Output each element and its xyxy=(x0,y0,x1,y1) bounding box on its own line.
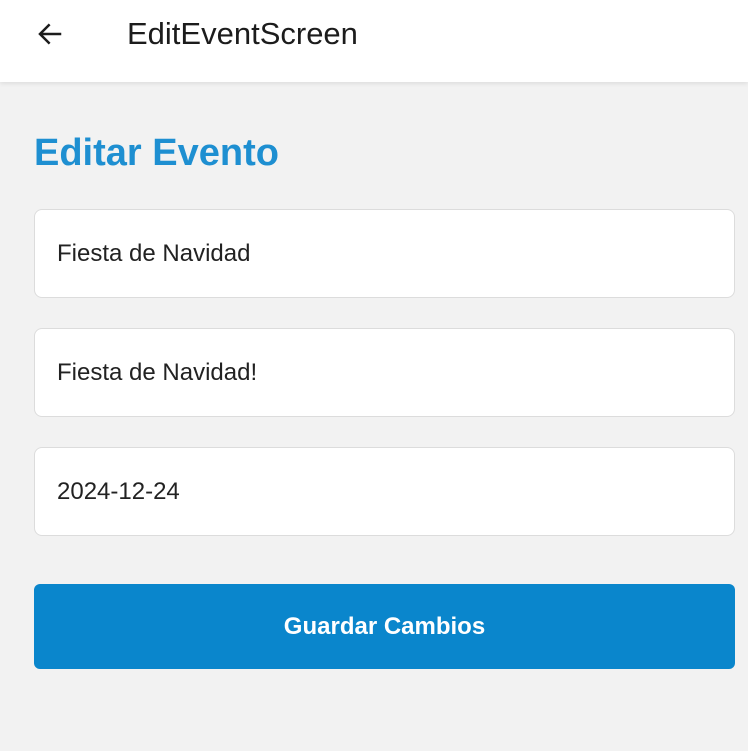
app-bar-title: EditEventScreen xyxy=(127,16,358,51)
event-title-input[interactable] xyxy=(34,209,735,298)
back-button[interactable] xyxy=(30,14,70,54)
app-bar: EditEventScreen xyxy=(0,0,748,82)
event-date-input[interactable] xyxy=(34,447,735,536)
save-changes-button[interactable]: Guardar Cambios xyxy=(34,584,735,669)
arrow-left-icon xyxy=(38,23,62,45)
page-title: Editar Evento xyxy=(34,132,279,174)
event-description-input[interactable] xyxy=(34,328,735,417)
